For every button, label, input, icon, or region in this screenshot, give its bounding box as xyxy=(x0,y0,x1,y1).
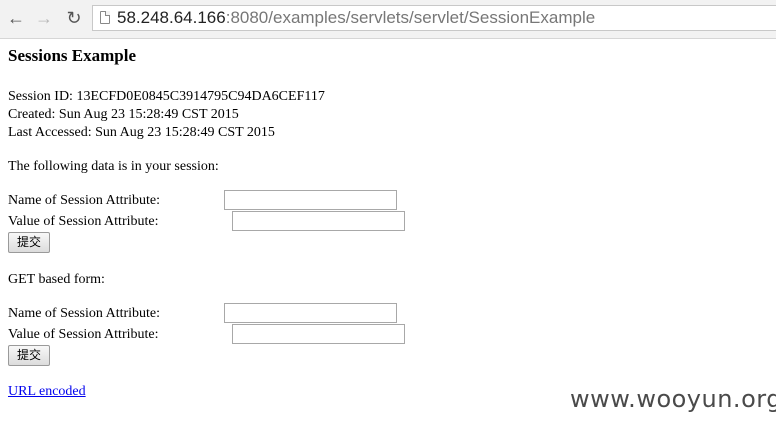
get-name-label: Name of Session Attribute: xyxy=(8,306,161,321)
created-text: Created: Sun Aug 23 15:28:49 CST 2015 xyxy=(8,107,239,122)
get-submit-button[interactable]: 提交 xyxy=(8,345,50,366)
session-data-intro: The following data is in your session: xyxy=(8,159,219,174)
url-path: :8080/examples/servlets/servlet/SessionE… xyxy=(225,8,596,27)
post-value-input[interactable] xyxy=(232,211,405,231)
url-host: 58.248.64.166 xyxy=(117,8,226,27)
forward-arrow-icon[interactable]: → xyxy=(34,8,54,28)
post-name-label: Name of Session Attribute: xyxy=(8,193,161,208)
back-arrow-icon[interactable]: ← xyxy=(6,8,26,28)
session-id-text: Session ID: 13ECFD0E0845C3914795C94DA6CE… xyxy=(8,89,325,104)
get-form-heading: GET based form: xyxy=(8,272,105,287)
get-value-label: Value of Session Attribute: xyxy=(8,327,159,342)
post-name-input[interactable] xyxy=(224,190,397,210)
get-value-input[interactable] xyxy=(232,324,405,344)
post-value-label: Value of Session Attribute: xyxy=(8,214,159,229)
page-title: Sessions Example xyxy=(8,46,136,65)
reload-icon[interactable]: ↻ xyxy=(64,8,84,28)
post-submit-button[interactable]: 提交 xyxy=(8,232,50,253)
url-encoded-link[interactable]: URL encoded xyxy=(8,383,86,401)
last-accessed-text: Last Accessed: Sun Aug 23 15:28:49 CST 2… xyxy=(8,125,275,140)
get-name-input[interactable] xyxy=(224,303,397,323)
url-text[interactable]: 58.248.64.166:8080/examples/servlets/ser… xyxy=(117,8,595,28)
browser-toolbar: ← → ↻ 58.248.64.166:8080/examples/servle… xyxy=(0,0,776,39)
watermark: www.wooyun.org xyxy=(570,385,776,413)
page-icon xyxy=(100,11,110,24)
address-bar[interactable]: 58.248.64.166:8080/examples/servlets/ser… xyxy=(92,5,776,31)
